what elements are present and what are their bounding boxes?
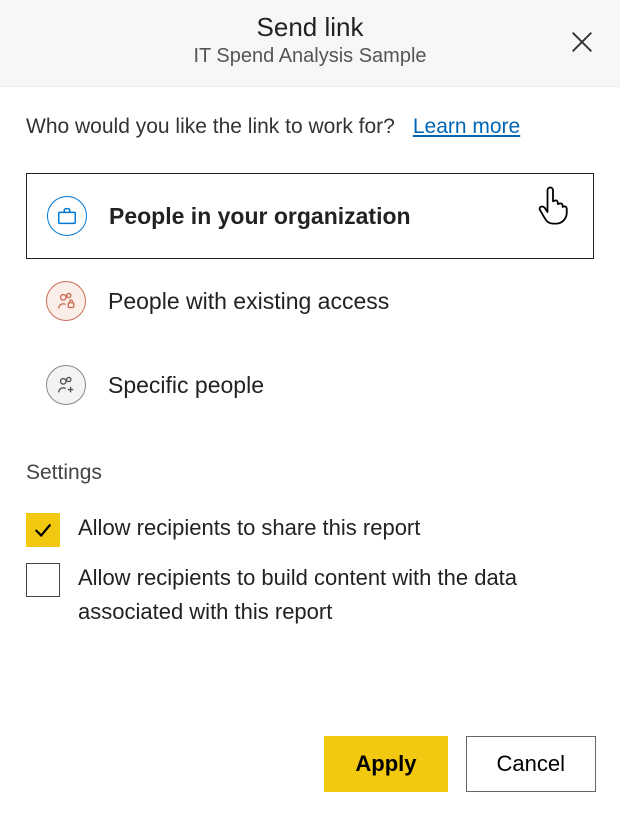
learn-more-link[interactable]: Learn more: [413, 115, 520, 139]
option-people-in-organization[interactable]: People in your organization: [26, 173, 594, 259]
close-icon: [568, 28, 596, 56]
dialog-content: Who would you like the link to work for?…: [0, 87, 620, 629]
allow-build-label: Allow recipients to build content with t…: [78, 561, 594, 629]
option-label: People in your organization: [109, 203, 411, 230]
dialog-subtitle: IT Spend Analysis Sample: [24, 45, 596, 68]
people-add-icon: [46, 365, 86, 405]
option-label: Specific people: [108, 372, 264, 399]
settings-heading: Settings: [26, 461, 594, 485]
check-icon: [32, 519, 54, 541]
option-people-with-existing-access[interactable]: People with existing access: [26, 259, 594, 343]
dialog-header: Send link IT Spend Analysis Sample: [0, 0, 620, 87]
option-specific-people[interactable]: Specific people: [26, 343, 594, 427]
checkbox-row-allow-build: Allow recipients to build content with t…: [26, 561, 594, 629]
option-label: People with existing access: [108, 288, 389, 315]
cancel-button[interactable]: Cancel: [466, 736, 596, 792]
link-options: People in your organization People with …: [26, 173, 594, 427]
allow-share-label: Allow recipients to share this report: [78, 511, 420, 545]
dialog-title: Send link: [24, 12, 596, 43]
checkbox-row-allow-share: Allow recipients to share this report: [26, 511, 594, 547]
prompt-row: Who would you like the link to work for?…: [26, 115, 594, 139]
apply-button[interactable]: Apply: [324, 736, 447, 792]
close-button[interactable]: [562, 22, 602, 62]
prompt-text: Who would you like the link to work for?: [26, 115, 395, 139]
people-lock-icon: [46, 281, 86, 321]
hand-cursor-icon: [531, 182, 575, 226]
dialog-footer: Apply Cancel: [324, 736, 596, 792]
briefcase-icon: [47, 196, 87, 236]
allow-build-checkbox[interactable]: [26, 563, 60, 597]
allow-share-checkbox[interactable]: [26, 513, 60, 547]
